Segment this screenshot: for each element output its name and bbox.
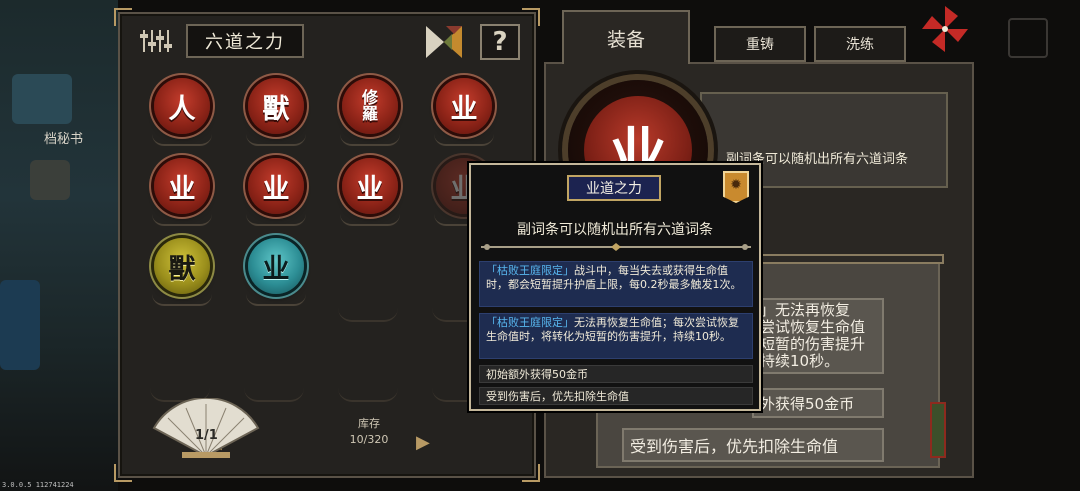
corner-ornament [522,464,540,482]
six-path-coin: 獸 [154,238,210,294]
row-highlight: 「枯败王庭限定」 [486,316,574,329]
scroll-item: 受到伤害后，优先扣除生命值 [622,428,884,462]
slot-base [246,134,306,146]
scenery-label: 档秘书 [44,132,84,147]
slot-base [152,214,212,226]
pinwheel-icon[interactable] [920,4,970,54]
six-path-coin: 业 [154,158,210,214]
empty-slot[interactable] [338,388,398,402]
tooltip-row: 「枯败王庭限定」无法再恢复生命值；每次尝试恢复生命值时，将转化为短暂的伤害提升，… [479,313,753,359]
slot-base [340,214,400,226]
scenery-machine [12,74,72,124]
scroll-line: 」无法再恢复 [760,301,851,319]
coin-glyph: 獸 [168,253,196,285]
scenery-creature [30,160,70,200]
six-path-coin: 人 [154,78,210,134]
tooltip-subtitle: 副词条可以随机出所有六道词条 [517,222,713,238]
affix-tooltip: 业道之力 ✹ 副词条可以随机出所有六道词条 「枯败王庭限定」战斗中，每当失去或获… [469,163,761,411]
slot-2[interactable]: 獸 [244,76,308,146]
slot-1[interactable]: 人 [150,76,214,146]
coin-glyph: 业 [262,253,290,285]
divider-ornament [481,243,751,251]
scroll-rod [730,254,944,264]
slot-3[interactable]: 修羅 [338,76,402,146]
slot-5[interactable]: 业 [150,156,214,226]
slot-6[interactable]: 业 [244,156,308,226]
six-path-coin: 獸 [248,78,304,134]
background-scenery: 档秘书 [0,0,118,491]
tooltip-title: 业道之力 [567,175,661,201]
slot-4[interactable]: 业 [432,76,496,146]
coin-glyph: 人 [168,93,196,125]
slot-base [246,294,306,306]
six-path-coin: 业 [342,158,398,214]
slot-base [246,214,306,226]
coin-glyph: 修羅 [361,88,378,123]
coin-glyph: 业 [450,93,478,125]
slot-base [152,134,212,146]
page-indicator: 1/1 [195,428,218,443]
corner-ornament [114,464,132,482]
scroll-item-block: 」无法再恢复 尝试恢复生命值 短暂的伤害提升 持续10秒。 [752,298,884,374]
stock-label: 库存 [358,417,380,430]
coin-glyph: 业 [168,173,196,205]
stock-value: 10/320 [349,433,389,446]
coin-glyph: 獸 [262,93,290,125]
six-path-coin: 业 [248,238,304,294]
menu-icon[interactable] [1008,18,1048,58]
scenery-banner [0,280,40,370]
coin-glyph: 业 [356,173,384,205]
slot-7[interactable]: 业 [338,156,402,226]
slot-base [434,134,494,146]
slot-10[interactable]: 业 [244,236,308,306]
slot-base [340,134,400,146]
scroll-line: 短暂的伤害提升 [760,335,866,353]
stock-counter: 库存 10/320 [344,416,394,448]
scroll-item: 外获得50金币 [752,388,884,418]
tassel-bead [930,402,946,458]
empty-slot[interactable] [338,308,398,322]
tab-equipment[interactable]: 装备 [562,10,690,64]
six-path-coin: 修羅 [342,78,398,134]
tab-refine[interactable]: 洗练 [814,26,906,62]
next-page-arrow[interactable]: ▶ [416,432,430,453]
six-path-coin: 业 [248,158,304,214]
corner-ornament [114,8,132,26]
tooltip-row: 受到伤害后，优先扣除生命值 [479,387,753,405]
scroll-line: 尝试恢复生命值 [760,318,866,336]
tangram-icon[interactable] [424,24,464,60]
version-label: 3.0.0.5 112741224 [2,481,74,489]
row-highlight: 「枯败王庭限定」 [486,264,574,277]
rank-badge-icon: ✹ [723,171,749,203]
slot-base [152,294,212,306]
tab-reforge[interactable]: 重铸 [714,26,806,62]
scroll-line: 持续10秒。 [760,352,840,370]
six-path-coin: 业 [436,78,492,134]
slot-9[interactable]: 獸 [150,236,214,306]
panel-title: 六道之力 [186,24,304,58]
help-button[interactable]: ? [480,24,520,60]
corner-ornament [522,8,540,26]
filter-icon[interactable] [138,28,172,54]
coin-glyph: 业 [262,173,290,205]
tooltip-row: 初始额外获得50金币 [479,365,753,383]
tooltip-row: 「枯败王庭限定」战斗中，每当失去或获得生命值时，都会短暂提升护盾上限，每0.2秒… [479,261,753,307]
